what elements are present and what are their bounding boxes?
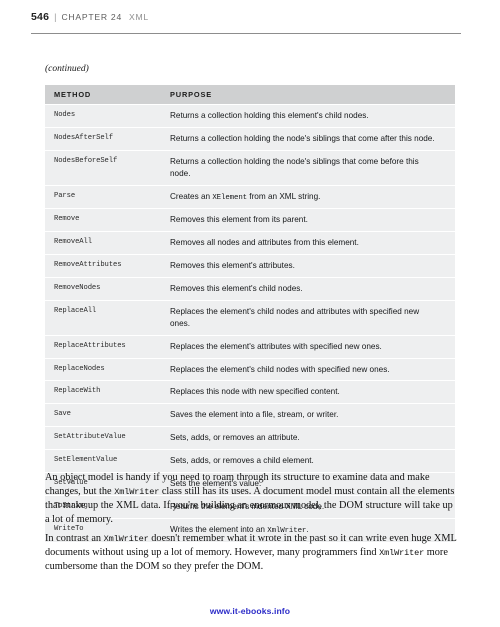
cell-method-name: SetAttributeValue: [45, 427, 160, 450]
table-row: Nodes Returns a collection holding this e…: [45, 105, 455, 127]
header-separator: |: [54, 12, 57, 22]
chapter-topic: XML: [128, 12, 149, 22]
cell-purpose-text: Returns a collection holding the node's …: [160, 150, 455, 185]
cell-method-name: RemoveAttributes: [45, 255, 160, 277]
cell-purpose-text: Removes all nodes and attributes from th…: [160, 232, 455, 255]
cell-method-name: Nodes: [45, 105, 160, 127]
cell-purpose-text: Replaces the element's child nodes and a…: [160, 300, 455, 335]
paragraph-1-code-xmlwriter: XmlWriter: [114, 487, 160, 498]
cell-purpose-text: Returns a collection holding the node's …: [160, 127, 455, 150]
cell-method-name: RemoveNodes: [45, 277, 160, 300]
cell-purpose-text: Creates an XElement from an XML string.: [160, 185, 455, 209]
cell-method-name: NodesBeforeSelf: [45, 150, 160, 185]
cell-method-name: ReplaceAttributes: [45, 335, 160, 358]
table-row: SetElementValue Sets, adds, or removes a …: [45, 450, 455, 472]
table-row: SetAttributeValue Sets, adds, or removes …: [45, 427, 455, 450]
cell-purpose-text: Sets, adds, or removes an attribute.: [160, 427, 455, 450]
cell-purpose-text: Removes this element from its parent.: [160, 209, 455, 232]
table-row: Parse Creates an XElement from an XML str…: [45, 185, 455, 209]
table-row: ReplaceNodes Replaces the element's child…: [45, 358, 455, 381]
header-rule: [31, 33, 461, 34]
table-row: NodesBeforeSelf Returns a collection hold…: [45, 150, 455, 185]
cell-purpose-text: Replaces the element's attributes with s…: [160, 335, 455, 358]
cell-method-name: SetElementValue: [45, 450, 160, 472]
cell-purpose-text: Saves the element into a file, stream, o…: [160, 404, 455, 427]
paragraph-2-text-a: In contrast an: [45, 533, 104, 545]
table-header-row: METHOD PURPOSE: [45, 85, 455, 104]
cell-method-name: Save: [45, 404, 160, 427]
cell-purpose-text: Replaces this node with new specified co…: [160, 381, 455, 404]
cell-purpose-text: Removes this element's attributes.: [160, 255, 455, 277]
cell-method-name: NodesAfterSelf: [45, 127, 160, 150]
body-paragraph-2: In contrast an XmlWriter doesn't remembe…: [45, 532, 459, 574]
purpose-inline-code: XElement: [212, 193, 248, 202]
cell-purpose-text: Replaces the element's child nodes with …: [160, 358, 455, 381]
cell-purpose-text: Returns a collection holding this elemen…: [160, 105, 455, 127]
table-row: Save Saves the element into a file, strea…: [45, 404, 455, 427]
running-head: 546 | CHAPTER 24 XML: [31, 11, 461, 23]
purpose-text-post: from an XML string.: [247, 191, 321, 201]
cell-method-name: Remove: [45, 209, 160, 232]
cell-method-name: Parse: [45, 185, 160, 209]
purpose-text-pre: Creates an: [170, 191, 213, 201]
table-row: Remove Removes this element from its pare…: [45, 209, 455, 232]
table-row: NodesAfterSelf Returns a collection holdi…: [45, 127, 455, 150]
cell-method-name: ReplaceWith: [45, 381, 160, 404]
table-row: ReplaceAll Replaces the element's child n…: [45, 300, 455, 335]
table-row: ReplaceWith Replaces this node with new s…: [45, 381, 455, 404]
page-number: 546: [31, 11, 50, 23]
table-continued-note: (continued): [45, 64, 89, 74]
cell-purpose-text: Removes this element's child nodes.: [160, 277, 455, 300]
column-header-purpose: PURPOSE: [160, 85, 455, 104]
table-row: RemoveAll Removes all nodes and attribute…: [45, 232, 455, 255]
table-row: ReplaceAttributes Replaces the element's …: [45, 335, 455, 358]
cell-method-name: ReplaceNodes: [45, 358, 160, 381]
table-row: RemoveAttributes Removes this element's a…: [45, 255, 455, 277]
paragraph-2-code-xmlwriter-2: XmlWriter: [379, 548, 425, 559]
cell-purpose-text: Sets, adds, or removes a child element.: [160, 450, 455, 472]
cell-method-name: RemoveAll: [45, 232, 160, 255]
paragraph-2-code-xmlwriter-1: XmlWriter: [103, 534, 149, 545]
footer-source-link[interactable]: www.it-ebooks.info: [0, 606, 500, 616]
chapter-label: CHAPTER 24: [61, 12, 122, 22]
cell-method-name: ReplaceAll: [45, 300, 160, 335]
column-header-method: METHOD: [45, 85, 160, 104]
body-paragraph-1: An object model is handy if you need to …: [45, 471, 459, 527]
table-row: RemoveNodes Removes this element's child …: [45, 277, 455, 300]
